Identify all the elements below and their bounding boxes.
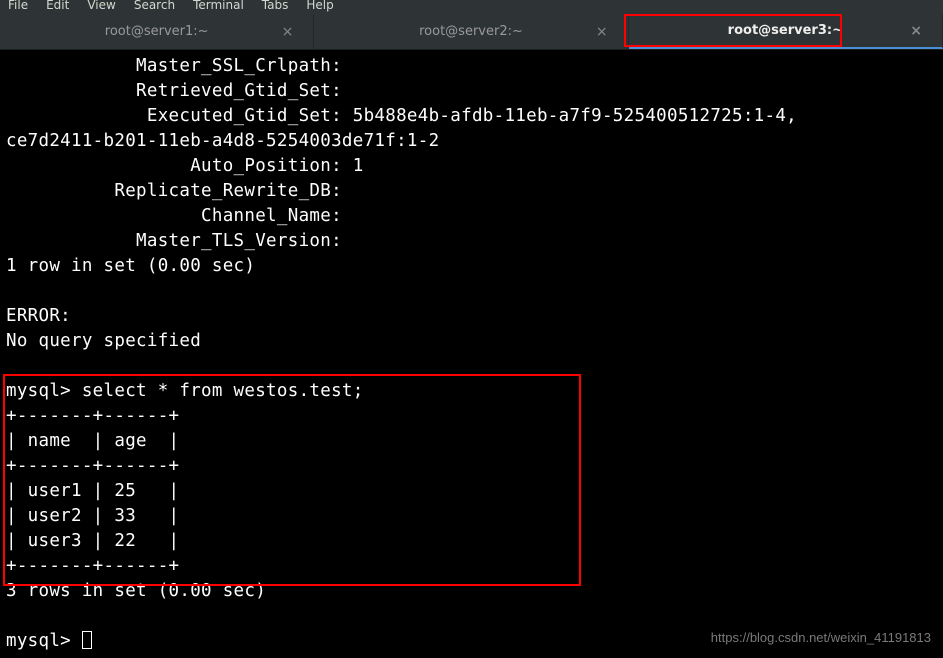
table-border: +-------+------+ <box>6 406 179 426</box>
close-icon[interactable]: × <box>282 24 294 40</box>
output-line: No query specified <box>6 331 201 351</box>
menu-search[interactable]: Search <box>134 0 175 10</box>
tab-label: root@server3:~ <box>728 23 843 38</box>
tab-server3[interactable]: root@server3:~ × <box>629 14 943 49</box>
menu-terminal[interactable]: Terminal <box>193 0 244 10</box>
output-line: 1 row in set (0.00 sec) <box>6 256 255 276</box>
output-line: Retrieved_Gtid_Set: <box>6 81 342 101</box>
output-line: Replicate_Rewrite_DB: <box>6 181 342 201</box>
terminal-output[interactable]: Master_SSL_Crlpath: Retrieved_Gtid_Set: … <box>0 50 943 658</box>
mysql-prompt: mysql> <box>6 631 82 651</box>
table-row: | user1 | 25 | <box>6 481 179 501</box>
tab-label: root@server2:~ <box>419 24 523 39</box>
mysql-prompt-query: mysql> select * from westos.test; <box>6 381 364 401</box>
result-summary: 3 rows in set (0.00 sec) <box>6 581 266 601</box>
table-border: +-------+------+ <box>6 556 179 576</box>
menu-edit[interactable]: Edit <box>46 0 69 10</box>
output-line: Channel_Name: <box>6 206 342 226</box>
menu-help[interactable]: Help <box>306 0 333 10</box>
output-line: ce7d2411-b201-11eb-a4d8-5254003de71f:1-2 <box>6 131 439 151</box>
table-border: +-------+------+ <box>6 456 179 476</box>
tabbar: root@server1:~ × root@server2:~ × root@s… <box>0 14 943 50</box>
tab-label: root@server1:~ <box>105 24 209 39</box>
output-line: Executed_Gtid_Set: 5b488e4b-afdb-11eb-a7… <box>6 106 797 126</box>
close-icon[interactable]: × <box>596 24 608 40</box>
menubar: File Edit View Search Terminal Tabs Help <box>0 0 943 14</box>
output-line: ERROR: <box>6 306 71 326</box>
tab-server2[interactable]: root@server2:~ × <box>314 14 628 49</box>
output-line: Auto_Position: 1 <box>6 156 364 176</box>
menu-file[interactable]: File <box>8 0 28 10</box>
menu-tabs[interactable]: Tabs <box>262 0 289 10</box>
output-line: Master_TLS_Version: <box>6 231 342 251</box>
output-line: Master_SSL_Crlpath: <box>6 56 342 76</box>
table-row: | user2 | 33 | <box>6 506 179 526</box>
table-row: | user3 | 22 | <box>6 531 179 551</box>
tab-server1[interactable]: root@server1:~ × <box>0 14 314 49</box>
watermark: https://blog.csdn.net/weixin_41191813 <box>711 630 931 645</box>
table-header: | name | age | <box>6 431 179 451</box>
menu-view[interactable]: View <box>87 0 115 10</box>
cursor <box>82 631 92 649</box>
close-icon[interactable]: × <box>910 23 922 39</box>
